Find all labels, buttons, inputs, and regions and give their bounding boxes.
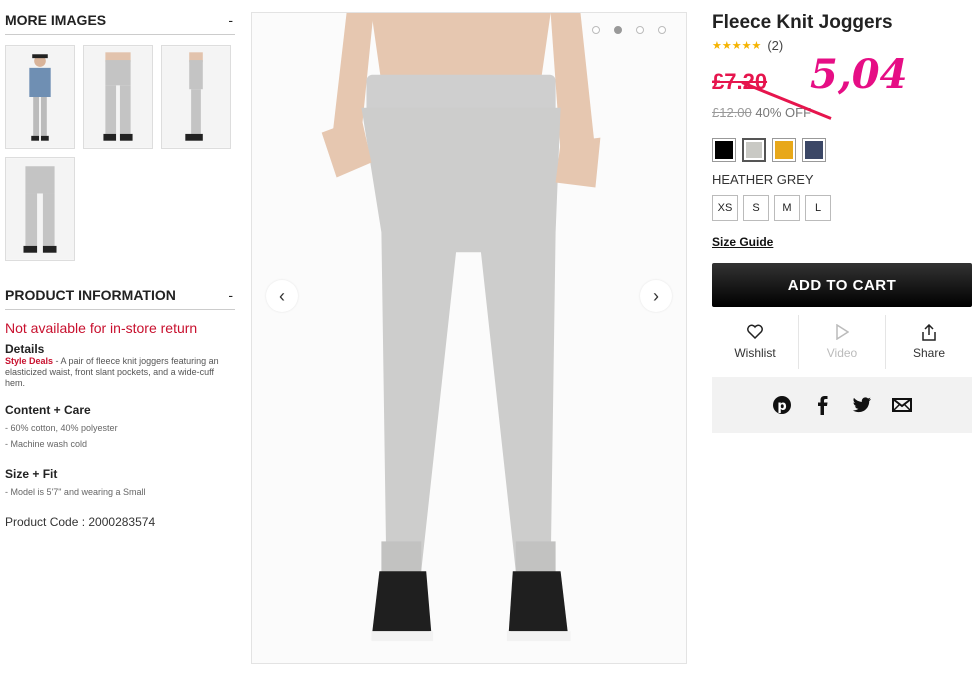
style-deals-label: Style Deals (5, 356, 54, 366)
product-info-title: PRODUCT INFORMATION (5, 287, 176, 303)
thumbnail-1[interactable] (5, 45, 75, 149)
product-info-header[interactable]: PRODUCT INFORMATION - (5, 287, 235, 310)
star-rating-icon: ★★★★★ (712, 40, 762, 52)
next-image-button[interactable]: › (640, 280, 672, 312)
color-swatch-heather-grey[interactable] (742, 138, 766, 162)
facebook-icon[interactable] (812, 395, 832, 415)
heart-icon (747, 324, 763, 342)
collapse-toggle[interactable]: - (228, 287, 235, 303)
selected-color-name: HEATHER GREY (712, 172, 814, 187)
thumbnail-grid (5, 45, 235, 261)
price-block: £7.20 5,04 (712, 51, 972, 120)
more-images-header[interactable]: MORE IMAGES - (5, 12, 235, 35)
content-care-item: - 60% cotton, 40% polyester (5, 423, 118, 433)
wishlist-label: Wishlist (734, 346, 776, 360)
color-swatches (712, 138, 972, 162)
product-description: Style Deals - A pair of fleece knit jogg… (5, 356, 235, 389)
size-option-l[interactable]: L (805, 195, 831, 221)
carousel-dot-active[interactable] (614, 26, 622, 34)
chevron-right-icon: › (653, 285, 659, 306)
share-label: Share (912, 346, 946, 360)
social-share-bar: p (712, 377, 972, 433)
handwritten-price-annotation: 5,04 (810, 51, 908, 98)
review-count[interactable]: (2) (767, 38, 783, 53)
email-icon[interactable] (892, 395, 912, 415)
carousel-dot[interactable] (636, 26, 644, 34)
add-to-cart-button[interactable]: ADD TO CART (712, 263, 972, 307)
collapse-toggle[interactable]: - (228, 12, 235, 28)
size-fit-item: - Model is 5'7" and wearing a Small (5, 487, 146, 497)
twitter-icon[interactable] (852, 395, 872, 415)
more-images-title: MORE IMAGES (5, 12, 107, 28)
thumbnail-2[interactable] (83, 45, 153, 149)
color-swatch-navy[interactable] (802, 138, 826, 162)
product-actions: Wishlist Video Share (712, 315, 972, 369)
thumbnail-3[interactable] (161, 45, 231, 149)
size-option-xs[interactable]: XS (712, 195, 738, 221)
carousel-dot[interactable] (658, 26, 666, 34)
product-title: Fleece Knit Joggers (712, 12, 893, 33)
main-product-image: ‹ › (251, 12, 687, 664)
details-heading: Details (5, 342, 45, 356)
size-option-m[interactable]: M (774, 195, 800, 221)
product-details-panel: Fleece Knit Joggers ★★★★★ (2) £7.20 5,04… (712, 12, 972, 433)
pinterest-icon[interactable]: p (772, 395, 792, 415)
in-store-return-notice: Not available for in-store return (5, 320, 198, 336)
video-button[interactable]: Video (799, 315, 886, 369)
product-information-section: PRODUCT INFORMATION - Not available for … (5, 287, 235, 529)
product-code: Product Code : 2000283574 (5, 515, 156, 529)
play-icon (835, 323, 850, 342)
color-swatch-black[interactable] (712, 138, 736, 162)
share-button[interactable]: Share (886, 315, 972, 369)
video-label: Video (826, 346, 858, 360)
content-care-item: - Machine wash cold (5, 439, 88, 449)
size-guide-link[interactable]: Size Guide (712, 235, 773, 249)
content-care-heading: Content + Care (5, 403, 91, 417)
product-photo (252, 13, 686, 663)
previous-image-button[interactable]: ‹ (266, 280, 298, 312)
color-swatch-mustard[interactable] (772, 138, 796, 162)
size-fit-heading: Size + Fit (5, 467, 58, 481)
carousel-dots (592, 26, 666, 34)
size-option-s[interactable]: S (743, 195, 769, 221)
share-icon (921, 323, 937, 342)
carousel-dot[interactable] (592, 26, 600, 34)
svg-text:p: p (777, 399, 786, 414)
size-selector: XS S M L (712, 195, 972, 221)
chevron-left-icon: ‹ (279, 285, 285, 306)
wishlist-button[interactable]: Wishlist (712, 315, 799, 369)
left-column: MORE IMAGES - PRODUCT INFORMATION - Not … (5, 12, 235, 529)
thumbnail-4[interactable] (5, 157, 75, 261)
